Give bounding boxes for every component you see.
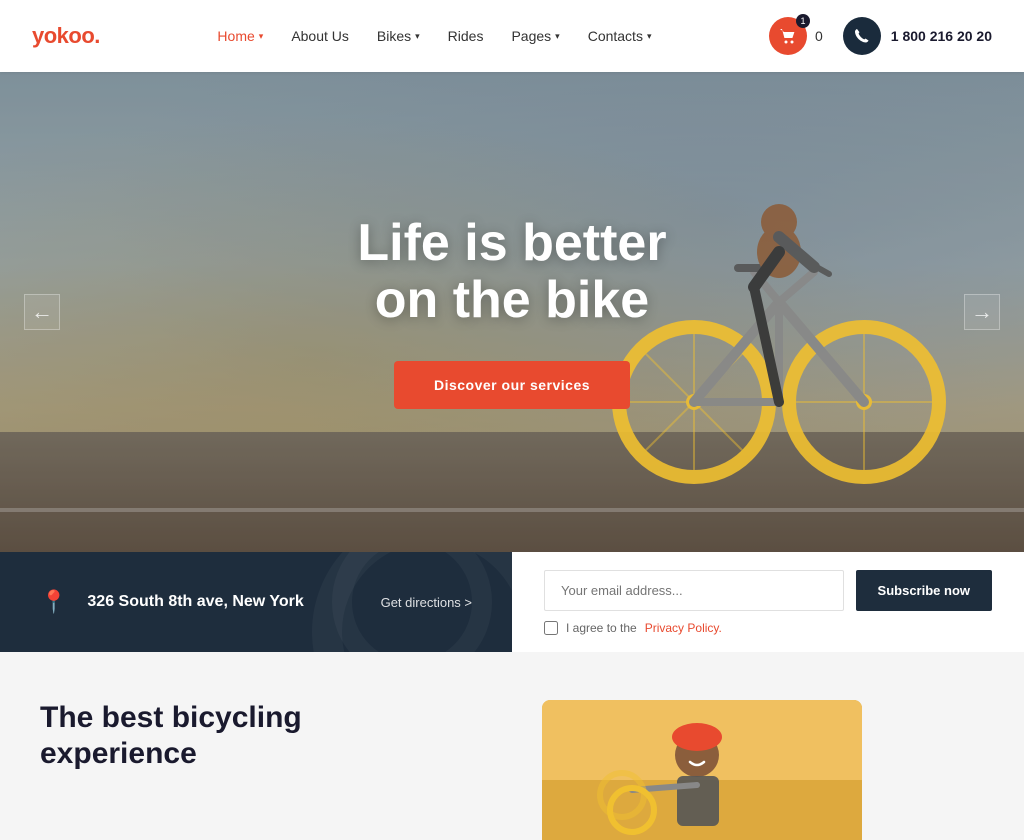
nav-item-pages[interactable]: Pages ▾ — [511, 28, 559, 44]
privacy-text: I agree to the — [566, 621, 637, 635]
bottom-section: The best bicycling experience — [0, 652, 1024, 840]
address-section: 📍 326 South 8th ave, New York Get direct… — [0, 552, 512, 652]
location-pin-icon: 📍 — [40, 589, 67, 615]
hero-title: Life is better on the bike — [357, 215, 666, 329]
header-right: 1 0 1 800 216 20 20 — [769, 17, 992, 55]
nav-item-rides[interactable]: Rides — [448, 28, 484, 44]
privacy-row: I agree to the Privacy Policy. — [544, 621, 992, 635]
hero-title-line1: Life is better — [357, 214, 666, 272]
arrow-left-icon: ← — [31, 299, 53, 325]
hero-next-button[interactable]: → — [964, 294, 1000, 330]
nav-item-about[interactable]: About Us — [291, 28, 349, 44]
cart-icon-wrap: 1 — [769, 17, 807, 55]
hero-cta-button[interactable]: Discover our services — [394, 361, 630, 409]
nav-label-about: About Us — [291, 28, 349, 44]
nav-item-contacts[interactable]: Contacts ▾ — [588, 28, 652, 44]
hero-prev-button[interactable]: ← — [24, 294, 60, 330]
phone-svg — [854, 28, 870, 44]
nav-label-pages: Pages — [511, 28, 551, 44]
email-form: Subscribe now I agree to the Privacy Pol… — [544, 570, 992, 635]
hero-section: ← → Life is better on the bike Discover … — [0, 72, 1024, 552]
main-nav: Home ▾ About Us Bikes ▾ Rides Pages ▾ Co… — [217, 28, 651, 44]
cart-icon — [779, 28, 797, 44]
info-bar: 📍 326 South 8th ave, New York Get direct… — [0, 552, 1024, 652]
chevron-down-icon: ▾ — [259, 31, 264, 42]
chevron-down-icon: ▾ — [555, 31, 560, 42]
header: yokoo. Home ▾ About Us Bikes ▾ Rides Pag… — [0, 0, 1024, 72]
phone-number[interactable]: 1 800 216 20 20 — [891, 28, 992, 44]
cart-count: 0 — [815, 28, 823, 44]
cart-badge: 1 — [796, 14, 810, 28]
bottom-image-section — [542, 700, 984, 840]
bottom-title-line2: experience — [40, 737, 197, 770]
bottom-text-section: The best bicycling experience — [40, 700, 482, 840]
address-text: 326 South 8th ave, New York — [87, 593, 303, 611]
nav-label-rides: Rides — [448, 28, 484, 44]
privacy-policy-link[interactable]: Privacy Policy. — [645, 621, 722, 635]
arrow-right-icon: → — [971, 299, 993, 325]
phone-section: 1 800 216 20 20 — [843, 17, 992, 55]
bottom-title: The best bicycling experience — [40, 700, 482, 772]
bottom-title-line1: The best bicycling — [40, 701, 302, 734]
chevron-down-icon: ▾ — [647, 31, 652, 42]
phone-icon — [843, 17, 881, 55]
nav-label-bikes: Bikes — [377, 28, 411, 44]
email-input[interactable] — [544, 570, 844, 611]
nav-label-home: Home — [217, 28, 254, 44]
hero-content: Life is better on the bike Discover our … — [357, 215, 666, 409]
subscribe-section: Subscribe now I agree to the Privacy Pol… — [512, 552, 1024, 652]
hero-title-line2: on the bike — [375, 271, 649, 329]
subscribe-button[interactable]: Subscribe now — [856, 570, 992, 611]
nav-item-home[interactable]: Home ▾ — [217, 28, 263, 44]
logo-text: yokoo — [32, 23, 94, 48]
get-directions-link[interactable]: Get directions > — [381, 595, 472, 610]
person-photo — [542, 700, 862, 840]
cart-button[interactable]: 1 0 — [769, 17, 823, 55]
logo[interactable]: yokoo. — [32, 23, 100, 49]
person-illustration — [542, 700, 862, 840]
nav-item-bikes[interactable]: Bikes ▾ — [377, 28, 420, 44]
logo-dot: . — [94, 23, 100, 48]
email-input-row: Subscribe now — [544, 570, 992, 611]
nav-label-contacts: Contacts — [588, 28, 643, 44]
chevron-down-icon: ▾ — [415, 31, 420, 42]
privacy-checkbox[interactable] — [544, 621, 558, 635]
